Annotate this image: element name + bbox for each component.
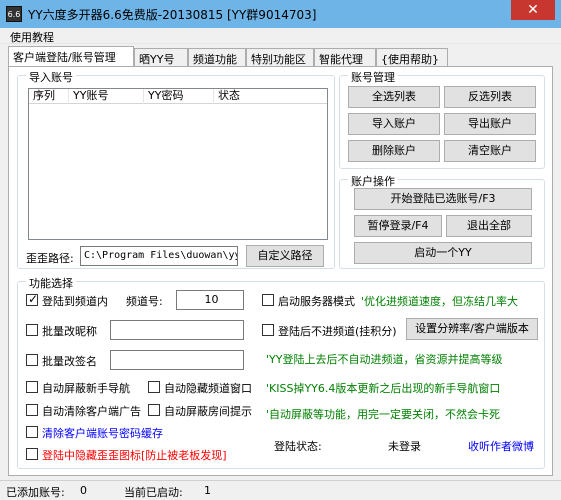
tab-client-login[interactable]: 客户端登陆/账号管理 [8, 46, 134, 66]
started-value: 1 [204, 484, 211, 497]
hide-channel-label: 自动隐藏频道窗口 [164, 382, 252, 395]
kiss-tip: 'KISS掉YY6.4版本更新之后出现的新手导航窗口 [266, 382, 501, 395]
auto-block-tip: '自动屏蔽等功能，用完一定要关闭，不然会卡死 [266, 408, 501, 421]
yy-tip: 'YY登陆上去后不自动进频道，省资源并提高等级 [266, 353, 503, 366]
server-mode-checkbox[interactable] [262, 294, 274, 306]
tab-channel[interactable]: 频道功能 [188, 48, 246, 66]
nickname-input[interactable] [110, 320, 244, 340]
tab-special[interactable]: 特别功能区 [246, 48, 314, 66]
export-account-button[interactable]: 导出账户 [444, 113, 536, 135]
block-room-label: 自动屏蔽房间提示 [164, 405, 252, 418]
tab-show-yy[interactable]: 晒YY号 [134, 48, 188, 66]
path-label: 歪歪路径: [26, 252, 74, 265]
channel-number-label: 频道号: [126, 295, 163, 308]
added-accounts-label: 已添加账号: [6, 486, 65, 499]
window-title: YY六度多开器6.6免费版-20130815 [YY群9014703] [28, 8, 317, 22]
account-operations-group: 账户操作 开始登陆已选账号/F3 暂停登录/F4 退出全部 启动一个YY [339, 173, 545, 269]
batch-nickname-checkbox[interactable] [26, 324, 38, 336]
launch-one-yy-button[interactable]: 启动一个YY [354, 242, 532, 264]
select-all-button[interactable]: 全选列表 [348, 86, 440, 108]
main-panel: 导入账号 序列 YY账号 YY密码 状态 歪歪路径: C:\Program Fi… [8, 66, 553, 476]
start-login-button[interactable]: 开始登陆已选账号/F3 [354, 188, 532, 210]
block-newbie-checkbox[interactable] [26, 381, 38, 393]
clear-cache-checkbox[interactable] [26, 426, 38, 438]
hide-channel-checkbox[interactable] [148, 381, 160, 393]
col-yy-account[interactable]: YY账号 [69, 89, 144, 104]
app-icon: 6.6 [6, 6, 22, 22]
account-management-group: 账号管理 全选列表 反选列表 导入账户 导出账户 删除账户 清空账户 [339, 69, 545, 169]
batch-signature-label: 批量改签名 [42, 355, 97, 368]
signature-input[interactable] [110, 350, 244, 370]
server-mode-label: 启动服务器模式 [278, 295, 355, 308]
pause-login-button[interactable]: 暂停登录/F4 [354, 215, 442, 237]
login-status-value: 未登录 [388, 440, 421, 453]
status-bar: 已添加账号: 0 当前已启动: 1 [0, 480, 561, 500]
menu-help-tutorial[interactable]: 使用教程 [10, 29, 54, 45]
logout-all-button[interactable]: 退出全部 [446, 215, 532, 237]
col-index[interactable]: 序列 [29, 89, 69, 104]
no-enter-channel-checkbox[interactable] [262, 324, 274, 336]
col-yy-password[interactable]: YY密码 [144, 89, 214, 104]
clear-ads-checkbox[interactable] [26, 404, 38, 416]
login-status-label: 登陆状态: [274, 440, 322, 453]
list-header: 序列 YY账号 YY密码 状态 [29, 89, 327, 104]
features-title: 功能选择 [26, 275, 76, 291]
tab-help[interactable]: {使用帮助} [376, 48, 448, 66]
import-title: 导入账号 [26, 69, 76, 85]
hide-icon-label: 登陆中隐藏歪歪图标[防止被老板发现] [42, 449, 227, 462]
close-button[interactable]: ✕ [511, 0, 555, 20]
account-management-title: 账号管理 [348, 69, 398, 85]
menu-bar: 使用教程 [0, 28, 561, 44]
clear-accounts-button[interactable]: 清空账户 [444, 140, 536, 162]
server-mode-tip: '优化进频道速度，但冻结几率大 [361, 295, 519, 308]
delete-account-button[interactable]: 删除账户 [348, 140, 440, 162]
channel-number-input[interactable]: 10 [176, 290, 244, 310]
hide-icon-checkbox[interactable] [26, 448, 38, 460]
yy-path-input[interactable]: C:\Program Files\duowan\yy\ [80, 246, 238, 266]
import-group: 导入账号 序列 YY账号 YY密码 状态 歪歪路径: C:\Program Fi… [17, 69, 335, 269]
custom-path-button[interactable]: 自定义路径 [246, 245, 324, 267]
set-resolution-button[interactable]: 设置分辨率/客户端版本 [406, 318, 538, 340]
title-bar: 6.6 YY六度多开器6.6免费版-20130815 [YY群9014703] … [0, 0, 561, 28]
invert-selection-button[interactable]: 反选列表 [444, 86, 536, 108]
batch-signature-checkbox[interactable] [26, 354, 38, 366]
added-accounts-value: 0 [80, 484, 87, 497]
import-account-button[interactable]: 导入账户 [348, 113, 440, 135]
tab-proxy[interactable]: 智能代理 [314, 48, 376, 66]
batch-nickname-label: 批量改昵称 [42, 325, 97, 338]
block-newbie-label: 自动屏蔽新手导航 [42, 382, 130, 395]
login-channel-label: 登陆到频道内 [42, 295, 108, 308]
clear-ads-label: 自动清除客户端广告 [42, 405, 141, 418]
block-room-checkbox[interactable] [148, 404, 160, 416]
no-enter-channel-label: 登陆后不进频道(挂积分) [278, 325, 397, 338]
author-weibo-link[interactable]: 收听作者微博 [468, 438, 534, 454]
account-operations-title: 账户操作 [348, 173, 398, 189]
started-label: 当前已启动: [124, 486, 183, 499]
col-status[interactable]: 状态 [214, 89, 329, 104]
features-group: 功能选择 登陆到频道内 频道号: 10 启动服务器模式 '优化进频道速度，但冻结… [17, 275, 545, 469]
app-window: 6.6 YY六度多开器6.6免费版-20130815 [YY群9014703] … [0, 0, 561, 500]
account-list[interactable]: 序列 YY账号 YY密码 状态 [28, 88, 328, 240]
login-channel-checkbox[interactable] [26, 292, 38, 306]
clear-cache-link[interactable]: 清除客户端账号密码缓存 [42, 425, 163, 441]
